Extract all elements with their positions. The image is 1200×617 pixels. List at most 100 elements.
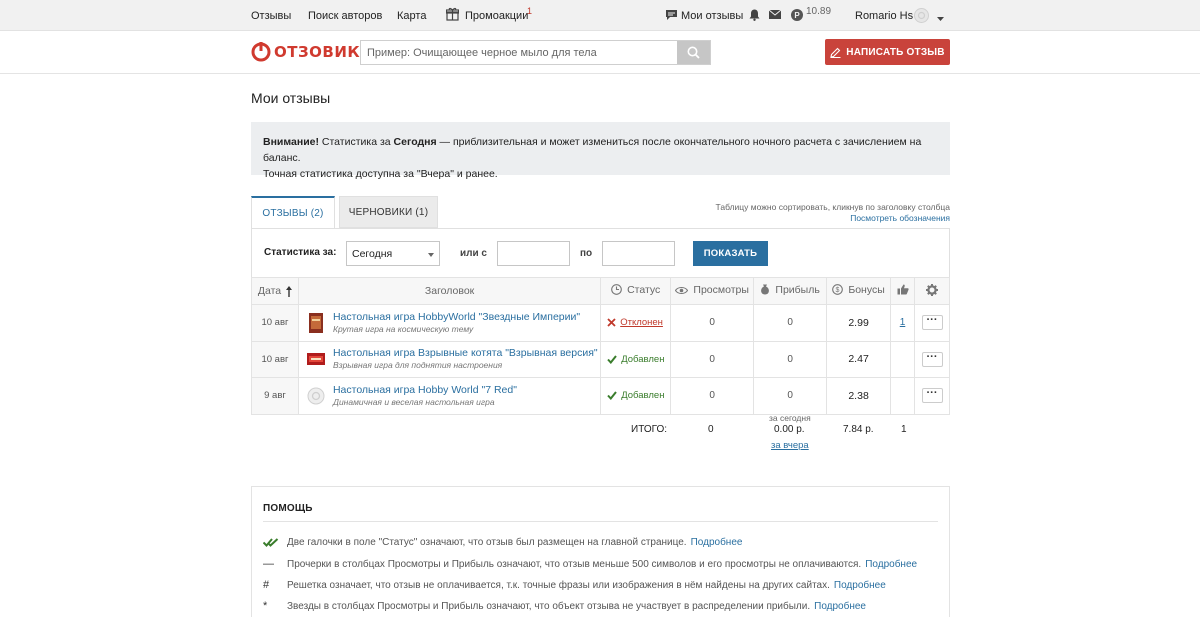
more-link[interactable]: Подробнее	[834, 580, 886, 591]
reviews-table: Дата Заголовок Статус Просмотры Прибыль …	[251, 277, 950, 415]
col-bonus[interactable]: $ Бонусы	[826, 277, 892, 305]
help-text: Решетка означает, что отзыв не оплачивае…	[287, 579, 830, 591]
tab-drafts[interactable]: ЧЕРНОВИКИ (1)	[339, 196, 438, 228]
help-divider	[263, 521, 938, 522]
checkmark-icon	[607, 391, 617, 401]
bell-icon[interactable]	[749, 9, 762, 21]
pencil-icon	[830, 47, 841, 58]
review-subtitle: Крутая игра на космическую тему	[332, 323, 474, 334]
notice-line-1: Внимание! Статистика за Сегодня — прибли…	[263, 136, 922, 164]
period-select[interactable]: Сегодня	[346, 241, 440, 266]
to-label: по	[580, 248, 593, 259]
row-views: 0	[670, 304, 755, 342]
review-title-link[interactable]: Настольная игра HobbyWorld "Звездные Имп…	[333, 311, 580, 324]
more-link[interactable]: Подробнее	[865, 559, 917, 570]
clock-icon	[611, 284, 622, 296]
help-panel: ПОМОЩЬ Две галочки в поле "Статус" означ…	[251, 486, 950, 617]
notice-line-2: Точная статистика доступна за "Вчера" и …	[263, 168, 498, 180]
row-date: 10 авг	[251, 304, 299, 342]
row-menu-button[interactable]: ···	[921, 351, 943, 367]
totals-profit: 0.00 р.	[774, 424, 805, 435]
table-header-row: Дата Заголовок Статус Просмотры Прибыль …	[251, 277, 950, 305]
more-link[interactable]: Подробнее	[814, 601, 866, 612]
row-date: 10 авг	[251, 340, 299, 378]
eye-icon	[675, 286, 689, 294]
caret-down-icon	[428, 253, 434, 257]
statistics-notice: Внимание! Статистика за Сегодня — прибли…	[251, 122, 950, 180]
search-input[interactable]	[361, 41, 677, 64]
nav-map[interactable]: Карта	[397, 10, 426, 22]
money-bag-icon	[761, 284, 770, 295]
coin-icon: $	[832, 284, 844, 296]
top-bar: Отзывы Поиск авторов Карта Промоакции 1 …	[0, 0, 1200, 31]
ruble-icon: P	[791, 9, 804, 21]
product-thumbnail[interactable]	[307, 312, 325, 333]
search-button[interactable]	[677, 41, 710, 64]
site-header: ОТЗОВИК НАПИСАТЬ ОТЗЫВ	[0, 31, 1200, 74]
chevron-down-icon[interactable]	[937, 13, 944, 21]
page-title: Мои отзывы	[251, 90, 331, 106]
table-hint: Таблицу можно сортировать, кликнув по за…	[716, 202, 950, 224]
more-link[interactable]: Подробнее	[691, 537, 743, 548]
date-to-input[interactable]	[602, 241, 675, 266]
row-likes-cell: 1	[890, 304, 915, 342]
row-menu-button[interactable]: ···	[921, 388, 943, 404]
table-row: 9 авг Настольная игра Hobby World "7 Red…	[251, 377, 950, 415]
col-status[interactable]: Статус	[600, 277, 672, 305]
sort-arrow-icon	[286, 285, 293, 297]
row-menu-button[interactable]: ···	[921, 315, 943, 331]
mail-icon[interactable]	[768, 9, 782, 22]
totals-bonus: 7.84 р.	[843, 424, 874, 435]
row-views: 0	[670, 340, 755, 378]
avatar[interactable]	[914, 8, 929, 23]
placeholder-image-icon[interactable]	[307, 386, 325, 406]
svg-text:P: P	[794, 11, 800, 20]
help-item: # Решетка означает, что отзыв не оплачив…	[263, 579, 886, 591]
row-menu-cell: ···	[914, 340, 950, 378]
row-profit: 0	[753, 377, 828, 415]
status-added: Добавлен	[621, 353, 665, 365]
nav-promo[interactable]: Промоакции	[465, 10, 528, 22]
show-button[interactable]: ПОКАЗАТЬ	[693, 241, 768, 266]
status-added: Добавлен	[621, 390, 665, 402]
row-menu-cell: ···	[914, 304, 950, 342]
totals-today-label: за сегодня	[769, 413, 811, 423]
gift-icon	[445, 7, 460, 21]
likes-count-link[interactable]: 1	[900, 317, 906, 328]
search-box	[360, 40, 711, 65]
status-rejected-link[interactable]: Отклонен	[620, 317, 663, 328]
date-from-input[interactable]	[497, 241, 570, 266]
row-status-cell: Добавлен	[600, 377, 672, 415]
totals-views: 0	[708, 424, 714, 435]
col-settings[interactable]	[914, 277, 950, 305]
write-review-button[interactable]: НАПИСАТЬ ОТЗЫВ	[825, 39, 950, 65]
product-thumbnail[interactable]	[306, 349, 325, 369]
totals-row: ИТОГО: 0 за сегодня 0.00 р. за вчера 7.8…	[0, 412, 1200, 452]
row-bonus: 2.38	[826, 377, 892, 415]
user-name[interactable]: Romario Hs	[855, 10, 913, 22]
tab-reviews[interactable]: ОТЗЫВЫ (2)	[251, 196, 335, 228]
write-review-label: НАПИСАТЬ ОТЗЫВ	[846, 46, 945, 58]
table-row: 10 авг Настольная игра Взрывные котята "…	[251, 340, 950, 378]
yesterday-link[interactable]: за вчера	[771, 440, 809, 451]
col-views[interactable]: Просмотры	[670, 277, 755, 305]
review-title-link[interactable]: Настольная игра Взрывные котята "Взрывна…	[333, 347, 598, 360]
table-row: 10 авг Настольная игра HobbyWorld "Звезд…	[251, 304, 950, 342]
row-title-cell: Настольная игра Взрывные котята "Взрывна…	[297, 340, 602, 378]
nav-author-search[interactable]: Поиск авторов	[308, 10, 382, 22]
totals-likes: 1	[901, 424, 907, 435]
dash-icon: —	[263, 558, 274, 570]
logo[interactable]: ОТЗОВИК	[251, 41, 360, 63]
hash-icon: #	[263, 579, 270, 591]
my-reviews-link[interactable]: Мои отзывы	[681, 10, 743, 22]
col-likes[interactable]	[890, 277, 915, 305]
nav-reviews[interactable]: Отзывы	[251, 10, 291, 22]
col-date[interactable]: Дата	[251, 277, 299, 305]
row-likes-cell	[890, 377, 915, 415]
col-profit[interactable]: Прибыль	[753, 277, 828, 305]
legend-link[interactable]: Посмотреть обозначения	[716, 213, 950, 224]
double-check-icon	[263, 538, 287, 547]
col-title[interactable]: Заголовок	[297, 277, 602, 305]
period-select-value: Сегодня	[352, 248, 393, 260]
review-title-link[interactable]: Настольная игра Hobby World "7 Red"	[333, 384, 517, 397]
